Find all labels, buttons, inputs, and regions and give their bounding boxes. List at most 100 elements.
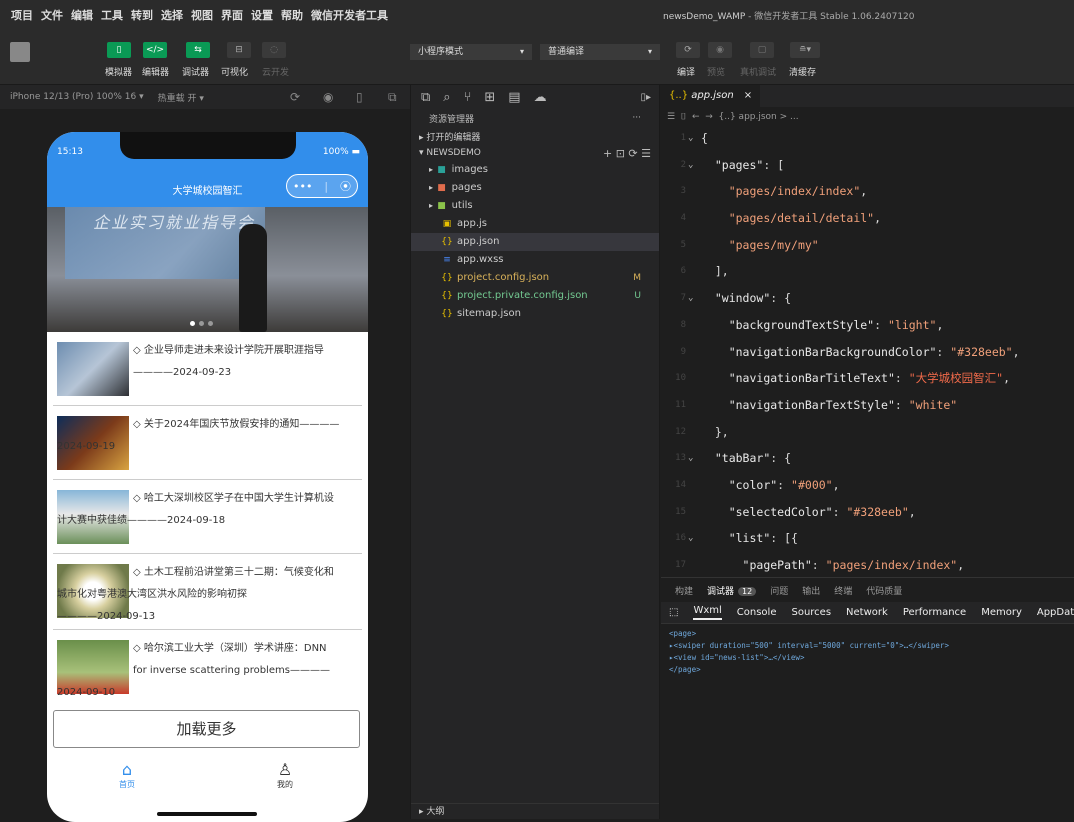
list-icon[interactable]: ☰: [667, 112, 675, 122]
code-line[interactable]: 16 ⌄ "list": [{: [661, 525, 1074, 552]
devtools-tab-appdata[interactable]: AppData: [1037, 607, 1074, 618]
debug-panel-icon[interactable]: ▤: [508, 90, 520, 105]
debug-tab-2[interactable]: 问题: [770, 584, 788, 597]
mode-select[interactable]: 小程序模式 ▾: [410, 44, 532, 60]
debug-tab-3[interactable]: 输出: [802, 584, 820, 597]
xml-node[interactable]: <page>: [669, 628, 1066, 640]
extensions-icon[interactable]: ⊞: [484, 90, 495, 105]
menu-item[interactable]: 转到: [130, 5, 154, 25]
forward-icon[interactable]: →: [705, 112, 713, 122]
menu-item[interactable]: 帮助: [280, 5, 304, 25]
menu-item[interactable]: 微信开发者工具: [310, 5, 389, 25]
file-item-app-js[interactable]: ▣ app.js: [411, 215, 659, 233]
devtools-tab-sources[interactable]: Sources: [791, 607, 831, 618]
avatar[interactable]: [10, 42, 30, 62]
visual-icon[interactable]: ⊟: [227, 42, 251, 58]
cloud-dev-icon[interactable]: ☁: [534, 90, 547, 105]
collapse-icon[interactable]: ▯▸: [640, 92, 651, 103]
code-line[interactable]: 13 ⌄ "tabBar": {: [661, 445, 1074, 472]
clear-cache-icon[interactable]: ≘▾: [790, 42, 820, 58]
code-line[interactable]: 6 ],: [661, 258, 1074, 285]
debug-tab-4[interactable]: 终端: [834, 584, 852, 597]
devtools-tab-performance[interactable]: Performance: [903, 607, 966, 618]
debug-tab-5[interactable]: 代码质量: [866, 584, 902, 597]
list-item[interactable]: ◇ 关于2024年国庆节放假安排的通知———— 2024-09-19: [53, 406, 362, 480]
load-more-button[interactable]: 加载更多: [53, 710, 360, 748]
explorer-actions[interactable]: + ⊡ ⟳ ☰: [603, 146, 651, 161]
back-icon[interactable]: ←: [692, 112, 700, 122]
file-item-sitemap-json[interactable]: {} sitemap.json: [411, 305, 659, 323]
menu-item[interactable]: 文件: [40, 5, 64, 25]
clear-cache-button[interactable]: 清缓存: [789, 65, 816, 78]
record-icon[interactable]: ◉: [323, 90, 333, 104]
code-line[interactable]: 11 "navigationBarTextStyle": "white": [661, 392, 1074, 419]
compile-icon[interactable]: ⟳: [676, 42, 700, 58]
hot-reload-select[interactable]: 热重载 开 ▾: [158, 91, 204, 104]
simulator-button[interactable]: 模拟器: [105, 65, 132, 78]
menu-item[interactable]: 编辑: [70, 5, 94, 25]
devtools-tab-console[interactable]: Console: [737, 607, 777, 618]
bookmark-icon[interactable]: ⌷: [681, 112, 686, 122]
menu-item[interactable]: 选择: [160, 5, 184, 25]
code-line[interactable]: 4 "pages/detail/detail",: [661, 205, 1074, 232]
file-item-app-wxss[interactable]: ≡ app.wxss: [411, 251, 659, 269]
banner-swiper[interactable]: 企业实习就业指导会: [47, 207, 368, 332]
fold-icon[interactable]: ⌄: [688, 285, 693, 312]
detach-icon[interactable]: ⧉: [388, 90, 397, 105]
code-line[interactable]: 9 "navigationBarBackgroundColor": "#328e…: [661, 339, 1074, 366]
code-line[interactable]: 2 ⌄ "pages": [: [661, 152, 1074, 179]
visual-button[interactable]: 可视化: [221, 65, 248, 78]
capsule-menu[interactable]: ••• | ⦿: [286, 174, 358, 198]
file-item-project-private-config-json[interactable]: {} project.private.config.json U: [411, 287, 659, 305]
devtools-tab-network[interactable]: Network: [846, 607, 888, 618]
fold-icon[interactable]: ⌄: [688, 445, 693, 472]
close-miniprogram-icon[interactable]: ⦿: [340, 178, 351, 194]
open-editors-section[interactable]: ▸ 打开的编辑器: [411, 131, 659, 146]
compile-button[interactable]: 编译: [677, 65, 695, 78]
xml-node[interactable]: ▸<swiper duration="500" interval="5000" …: [669, 640, 1066, 652]
tab-me[interactable]: ♙ 我的: [255, 760, 315, 790]
code-line[interactable]: 12 },: [661, 419, 1074, 446]
wxml-tree[interactable]: <page> ▸<swiper duration="500" interval="…: [661, 624, 1074, 680]
code-line[interactable]: 7 ⌄ "window": {: [661, 285, 1074, 312]
code-line[interactable]: 1 ⌄ {: [661, 125, 1074, 152]
git-icon[interactable]: ⑂: [464, 90, 472, 105]
files-icon[interactable]: ⧉: [421, 90, 430, 105]
code-icon[interactable]: </>: [143, 42, 167, 58]
fold-icon[interactable]: ⌄: [688, 525, 693, 552]
editor-button[interactable]: 编辑器: [142, 65, 169, 78]
debug-icon[interactable]: ⇆: [186, 42, 210, 58]
tab-home[interactable]: ⌂ 首页: [97, 760, 157, 790]
fold-icon[interactable]: ⌄: [688, 152, 693, 179]
code-line[interactable]: 17 "pagePath": "pages/index/index",: [661, 552, 1074, 579]
code-line[interactable]: 10 "navigationBarTitleText": "大学城校园智汇",: [661, 365, 1074, 392]
file-item-utils[interactable]: ▸ ■ utils: [411, 197, 659, 215]
inspect-icon[interactable]: ⬚: [669, 607, 678, 618]
xml-node[interactable]: ▸<view id="news-list">…</view>: [669, 652, 1066, 664]
menu-item[interactable]: 设置: [250, 5, 274, 25]
list-item[interactable]: ◇ 哈尔滨工业大学（深圳）学术讲座：DNN for inverse scatte…: [53, 630, 362, 706]
file-item-pages[interactable]: ▸ ■ pages: [411, 179, 659, 197]
debug-tab-0[interactable]: 构建: [675, 584, 693, 597]
outline-section[interactable]: ▸ 大纲: [411, 803, 659, 819]
menu-item[interactable]: 工具: [100, 5, 124, 25]
more-icon[interactable]: •••: [293, 180, 312, 193]
compile-mode-select[interactable]: 普通编译 ▾: [540, 44, 660, 60]
list-item[interactable]: ◇ 企业导师走进未来设计学院开展职涯指导 ————2024-09-23: [53, 332, 362, 406]
debugger-button[interactable]: 调试器: [182, 65, 209, 78]
list-item[interactable]: ◇ 哈工大深圳校区学子在中国大学生计算机设 计大赛中获佳绩————2024-09…: [53, 480, 362, 554]
devtools-tab-wxml[interactable]: Wxml: [693, 605, 722, 620]
menu-item[interactable]: 界面: [220, 5, 244, 25]
close-icon[interactable]: ×: [744, 90, 752, 101]
xml-node[interactable]: </page>: [669, 664, 1066, 676]
debug-tab-1[interactable]: 调试器 12: [707, 584, 757, 597]
file-item-project-config-json[interactable]: {} project.config.json M: [411, 269, 659, 287]
phone-icon[interactable]: ▯: [107, 42, 131, 58]
code-line[interactable]: 5 "pages/my/my": [661, 232, 1074, 259]
devtools-tab-memory[interactable]: Memory: [981, 607, 1022, 618]
code-line[interactable]: 14 "color": "#000",: [661, 472, 1074, 499]
file-item-images[interactable]: ▸ ■ images: [411, 161, 659, 179]
code-line[interactable]: 15 "selectedColor": "#328eeb",: [661, 499, 1074, 526]
code-line[interactable]: 8 "backgroundTextStyle": "light",: [661, 312, 1074, 339]
list-item[interactable]: ◇ 土木工程前沿讲堂第三十二期：气候变化和 城市化对粤港澳大湾区洪水风险的影响初…: [53, 554, 362, 630]
